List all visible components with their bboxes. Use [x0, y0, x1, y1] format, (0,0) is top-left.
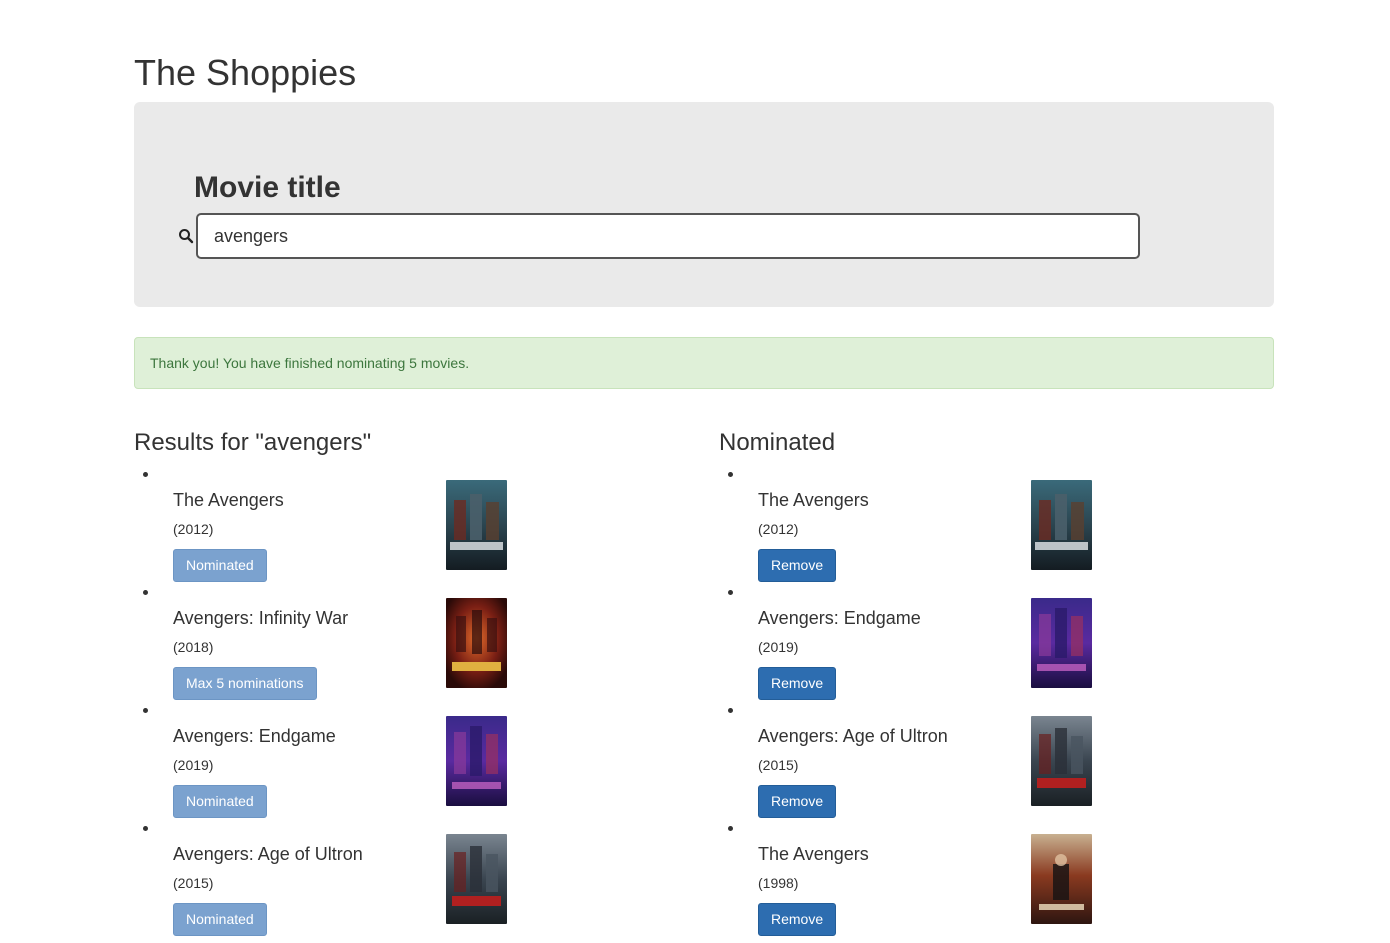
movie-poster	[1031, 834, 1092, 924]
list-item: Avengers: Endgame (2019) Nominated	[134, 704, 689, 822]
page-title: The Shoppies	[134, 52, 357, 93]
bullet	[143, 590, 148, 595]
search-icon	[178, 228, 194, 244]
nominated-button[interactable]: Nominated	[173, 903, 267, 936]
remove-button[interactable]: Remove	[758, 667, 837, 700]
movie-year: (2012)	[173, 521, 214, 537]
nominated-heading: Nominated	[719, 429, 836, 456]
bullet	[728, 708, 733, 713]
success-alert: Thank you! You have finished nominating …	[134, 337, 1274, 389]
movie-title: The Avengers	[758, 490, 869, 510]
movie-title: Avengers: Endgame	[173, 726, 336, 746]
movie-year: (2012)	[758, 521, 799, 537]
bullet	[143, 826, 148, 831]
list-item: Avengers: Age of Ultron (2015) Remove	[719, 704, 1274, 822]
remove-button[interactable]: Remove	[758, 903, 837, 936]
max-nominations-button[interactable]: Max 5 nominations	[173, 667, 317, 700]
list-item: The Avengers (1998) Remove	[719, 822, 1274, 940]
movie-year: (2015)	[758, 757, 799, 773]
search-panel: Movie title	[134, 102, 1274, 307]
bullet	[728, 472, 733, 477]
list-item: The Avengers (2012) Remove	[719, 468, 1274, 586]
results-column: Results for "avengers" The Avengers (201…	[134, 428, 689, 936]
movie-poster	[446, 480, 507, 570]
bullet	[143, 472, 148, 477]
movie-year: (2018)	[173, 639, 214, 655]
bullet	[143, 708, 148, 713]
movie-year: (1998)	[758, 875, 799, 891]
bullet	[728, 590, 733, 595]
results-heading: Results for "avengers"	[134, 429, 372, 456]
movie-poster	[446, 834, 507, 924]
list-item: Avengers: Age of Ultron (2015) Nominated	[134, 822, 689, 940]
nominated-list: The Avengers (2012) Remove Avengers: End…	[719, 468, 1274, 940]
movie-title: Avengers: Infinity War	[173, 608, 349, 628]
list-item: Avengers: Endgame (2019) Remove	[719, 586, 1274, 704]
nominated-button[interactable]: Nominated	[173, 785, 267, 818]
movie-title: Avengers: Endgame	[758, 608, 921, 628]
movie-poster	[446, 598, 507, 688]
bullet	[728, 826, 733, 831]
movie-title: Avengers: Age of Ultron	[173, 844, 363, 864]
results-list: The Avengers (2012) Nominated Avengers: …	[134, 468, 689, 940]
remove-button[interactable]: Remove	[758, 785, 837, 818]
list-item: The Avengers (2012) Nominated	[134, 468, 689, 586]
list-item: Avengers: Infinity War (2018) Max 5 nomi…	[134, 586, 689, 704]
nominated-button[interactable]: Nominated	[173, 549, 267, 582]
search-input[interactable]	[196, 213, 1140, 259]
movie-year: (2019)	[173, 757, 214, 773]
movie-poster	[1031, 598, 1092, 688]
movie-title: Avengers: Age of Ultron	[758, 726, 948, 746]
movie-poster	[446, 716, 507, 806]
movie-title: The Avengers	[173, 490, 284, 510]
nominated-column: Nominated The Avengers (2012) Remove Ave…	[719, 428, 1274, 936]
remove-button[interactable]: Remove	[758, 549, 837, 582]
movie-poster	[1031, 480, 1092, 570]
movie-year: (2019)	[758, 639, 799, 655]
movie-title: The Avengers	[758, 844, 869, 864]
search-label: Movie title	[194, 171, 341, 204]
movie-poster	[1031, 716, 1092, 806]
movie-year: (2015)	[173, 875, 214, 891]
